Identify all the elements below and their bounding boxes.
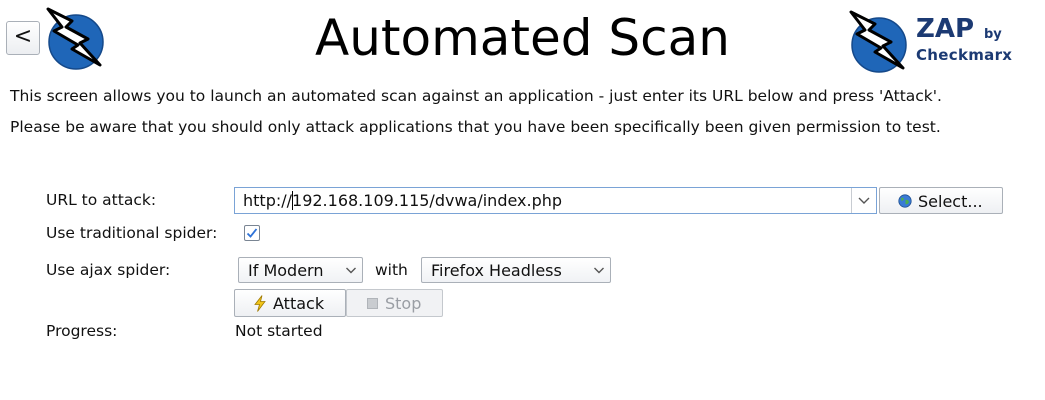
chevron-down-icon — [594, 267, 604, 274]
stop-button[interactable]: Stop — [346, 289, 443, 317]
automated-scan-panel: < Automated Scan ZAP by Checkmarx This s… — [0, 0, 1045, 400]
chevron-down-icon — [858, 197, 870, 204]
ajax-spider-label: Use ajax spider: — [46, 261, 171, 279]
brand-checkmarx-text: Checkmarx — [916, 46, 1013, 64]
ajax-spider-mode-value: If Modern — [248, 261, 324, 280]
select-url-button[interactable]: Select... — [879, 187, 1003, 214]
attack-button-label: Attack — [273, 294, 325, 313]
browser-select[interactable]: Firefox Headless — [421, 257, 611, 283]
zap-brand-logo-icon — [849, 10, 907, 73]
stop-button-label: Stop — [385, 294, 422, 313]
stop-square-icon — [367, 298, 378, 309]
traditional-spider-label: Use traditional spider: — [46, 224, 218, 242]
brand-wordmark: ZAP by Checkmarx — [916, 14, 1042, 74]
select-button-label: Select... — [918, 192, 983, 211]
globe-icon — [898, 194, 912, 208]
checkmark-icon — [246, 228, 258, 238]
text-caret — [292, 191, 293, 210]
url-input-value[interactable]: http://192.168.109.115/dvwa/index.php — [243, 191, 562, 210]
lightning-bolt-icon — [254, 295, 266, 312]
progress-label: Progress: — [46, 322, 118, 340]
progress-status: Not started — [235, 322, 323, 340]
description-line-1: This screen allows you to launch an auto… — [10, 87, 942, 105]
brand-by-text: by — [984, 27, 1002, 42]
description-line-2: Please be aware that you should only att… — [10, 118, 941, 136]
traditional-spider-checkbox[interactable] — [244, 225, 260, 241]
url-history-dropdown-button[interactable] — [851, 188, 876, 213]
url-input[interactable]: http://192.168.109.115/dvwa/index.php — [234, 187, 877, 214]
ajax-spider-mode-select[interactable]: If Modern — [238, 257, 363, 283]
attack-button[interactable]: Attack — [234, 289, 346, 317]
with-label: with — [375, 261, 408, 279]
brand-zap-text: ZAP — [916, 14, 975, 44]
chevron-down-icon — [346, 267, 356, 274]
browser-value: Firefox Headless — [431, 261, 562, 280]
url-label: URL to attack: — [46, 191, 157, 209]
